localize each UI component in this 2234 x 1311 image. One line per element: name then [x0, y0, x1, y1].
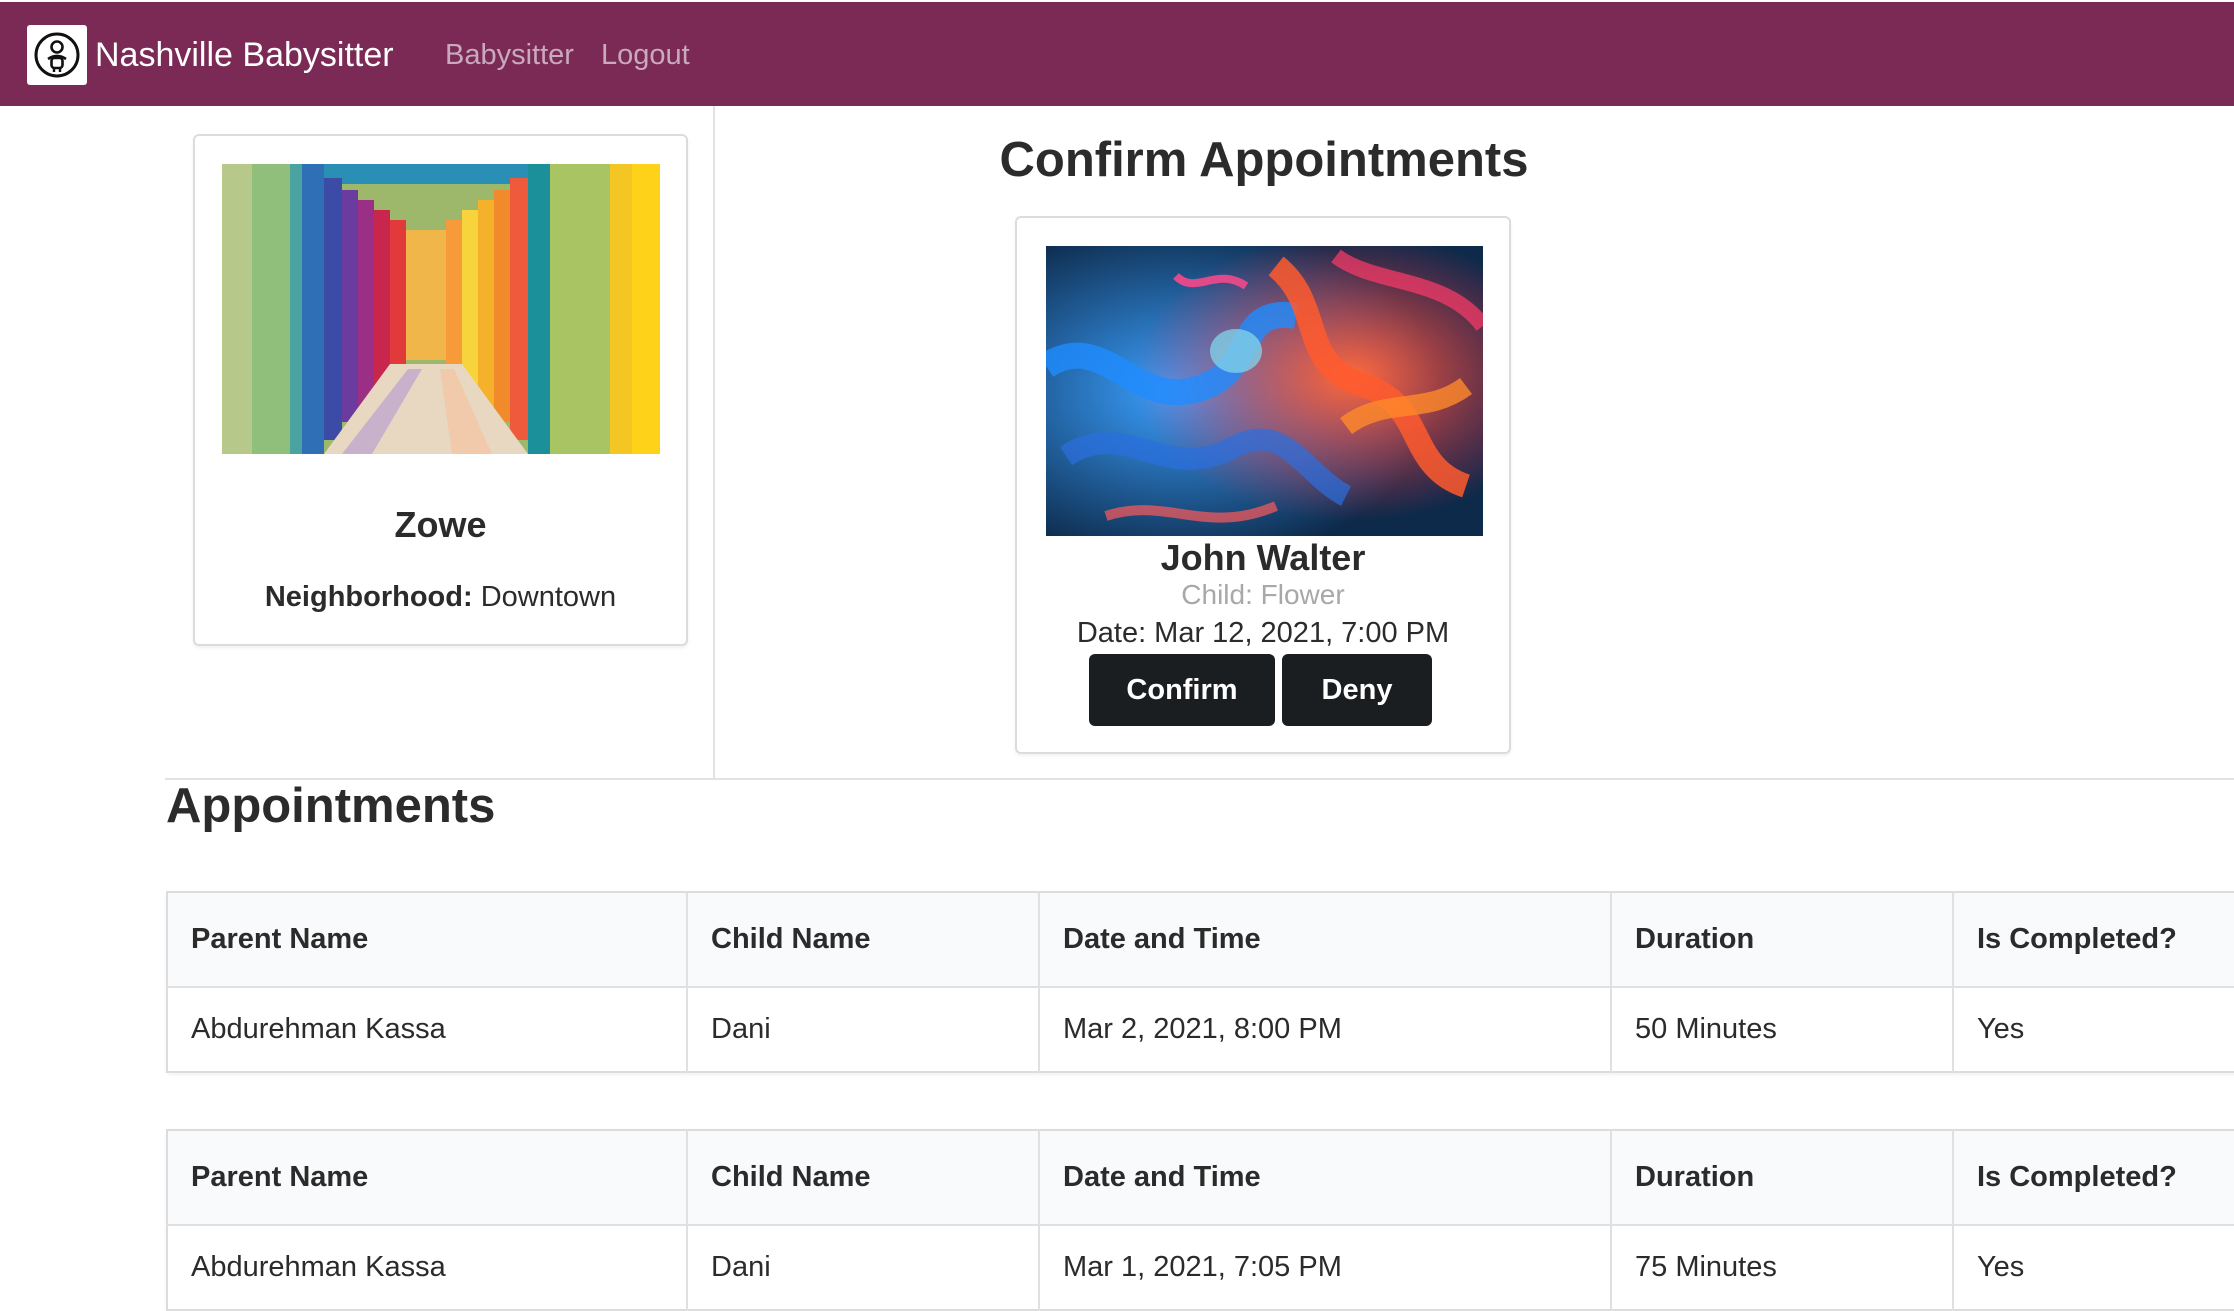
neighborhood-line: Neighborhood: Downtown — [195, 581, 686, 614]
request-image — [1046, 246, 1483, 536]
col-duration: Duration — [1611, 1130, 1954, 1226]
deny-button[interactable]: Deny — [1282, 654, 1432, 726]
appointment-table: Parent Name Child Name Date and Time Dur… — [166, 1129, 2234, 1311]
nav-babysitter-link[interactable]: Babysitter — [445, 35, 574, 75]
top-navbar: Nashville Babysitter Babysitter Logout — [0, 0, 2234, 106]
table-header-row: Parent Name Child Name Date and Time Dur… — [167, 892, 2234, 988]
col-child-name: Child Name — [687, 1130, 1040, 1226]
col-duration: Duration — [1611, 892, 1954, 988]
cell-parent-name: Abdurehman Kassa — [167, 1225, 688, 1310]
neighborhood-value: Downtown — [480, 581, 617, 613]
request-date: Date: Mar 12, 2021, 7:00 PM — [1076, 617, 1450, 649]
cell-parent-name: Abdurehman Kassa — [167, 987, 688, 1072]
col-date-time: Date and Time — [1039, 892, 1612, 988]
col-parent-name: Parent Name — [167, 1130, 688, 1226]
babysitter-profile-card: Zowe Neighborhood: Downtown — [193, 134, 688, 646]
col-date-time: Date and Time — [1039, 1130, 1612, 1226]
nav-logout-link[interactable]: Logout — [601, 35, 690, 75]
col-is-completed: Is Completed? — [1953, 892, 2234, 988]
appointments-heading: Appointments — [166, 779, 496, 833]
col-is-completed: Is Completed? — [1953, 1130, 2234, 1226]
neighborhood-label: Neighborhood: — [264, 581, 473, 613]
col-child-name: Child Name — [687, 892, 1040, 988]
appointment-request-card: John Walter Child: Flower Date: Mar 12, … — [1015, 216, 1511, 754]
cell-child-name: Dani — [687, 987, 1040, 1072]
cell-date-time: Mar 2, 2021, 8:00 PM — [1039, 987, 1612, 1072]
appointment-table: Parent Name Child Name Date and Time Dur… — [166, 891, 2234, 1073]
col-parent-name: Parent Name — [167, 892, 688, 988]
brand-link[interactable]: Nashville Babysitter — [27, 24, 394, 86]
profile-image — [222, 164, 660, 454]
brand-title: Nashville Babysitter — [95, 36, 394, 74]
confirm-button[interactable]: Confirm — [1089, 654, 1275, 726]
cell-child-name: Dani — [687, 1225, 1040, 1310]
confirm-appointments-heading: Confirm Appointments — [999, 133, 1529, 187]
cell-is-completed: Yes — [1977, 1013, 2025, 1045]
table-row: Abdurehman Kassa Dani Mar 1, 2021, 7:05 … — [167, 1225, 2234, 1310]
cell-is-completed: Yes — [1977, 1251, 2025, 1283]
cell-duration: 75 Minutes — [1611, 1225, 1954, 1310]
table-header-row: Parent Name Child Name Date and Time Dur… — [167, 1130, 2234, 1226]
babysitter-name: Zowe — [394, 504, 487, 545]
table-row: Abdurehman Kassa Dani Mar 2, 2021, 8:00 … — [167, 987, 2234, 1072]
cell-date-time: Mar 1, 2021, 7:05 PM — [1039, 1225, 1612, 1310]
column-divider — [713, 106, 715, 778]
baby-icon — [27, 25, 87, 85]
request-child-name: Child: Flower — [1181, 579, 1345, 610]
cell-duration: 50 Minutes — [1611, 987, 1954, 1072]
